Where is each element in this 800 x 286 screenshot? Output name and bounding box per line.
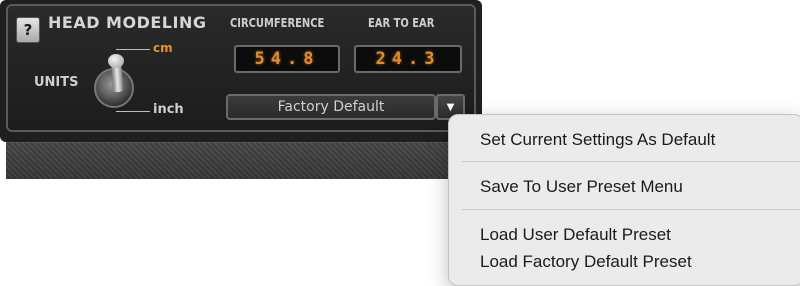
menu-item-save-user-preset[interactable]: Save To User Preset Menu xyxy=(480,177,683,197)
preset-context-menu: Set Current Settings As Default Save To … xyxy=(448,114,800,286)
preset-select[interactable]: Factory Default xyxy=(226,94,436,120)
cm-tick-line xyxy=(116,49,150,50)
ear-to-ear-readout[interactable]: 24.3 xyxy=(354,45,462,73)
inch-tick-line xyxy=(116,111,150,112)
menu-separator xyxy=(462,161,800,162)
menu-separator xyxy=(462,209,800,210)
unit-inch-label[interactable]: inch xyxy=(153,102,184,117)
unit-cm-label[interactable]: cm xyxy=(153,41,173,55)
circumference-value: 54.8 xyxy=(254,49,320,69)
units-label: UNITS xyxy=(34,75,79,90)
toggle-lever-tip xyxy=(108,54,124,68)
chevron-down-icon: ▼ xyxy=(446,101,455,113)
amp-grille-strip xyxy=(6,142,482,179)
panel-title: HEAD MODELING xyxy=(48,13,207,32)
circumference-label: CIRCUMFERENCE xyxy=(230,16,325,30)
menu-item-load-user-default[interactable]: Load User Default Preset xyxy=(480,225,671,245)
preset-value: Factory Default xyxy=(277,99,385,115)
menu-item-set-default[interactable]: Set Current Settings As Default xyxy=(480,130,715,150)
menu-item-load-factory-default[interactable]: Load Factory Default Preset xyxy=(480,252,692,272)
circumference-readout[interactable]: 54.8 xyxy=(234,45,340,73)
ear-to-ear-value: 24.3 xyxy=(375,49,441,69)
head-modeling-panel: ? HEAD MODELING CIRCUMFERENCE EAR TO EAR… xyxy=(0,0,482,142)
help-button[interactable]: ? xyxy=(16,17,40,43)
ear-to-ear-label: EAR TO EAR xyxy=(368,16,435,30)
